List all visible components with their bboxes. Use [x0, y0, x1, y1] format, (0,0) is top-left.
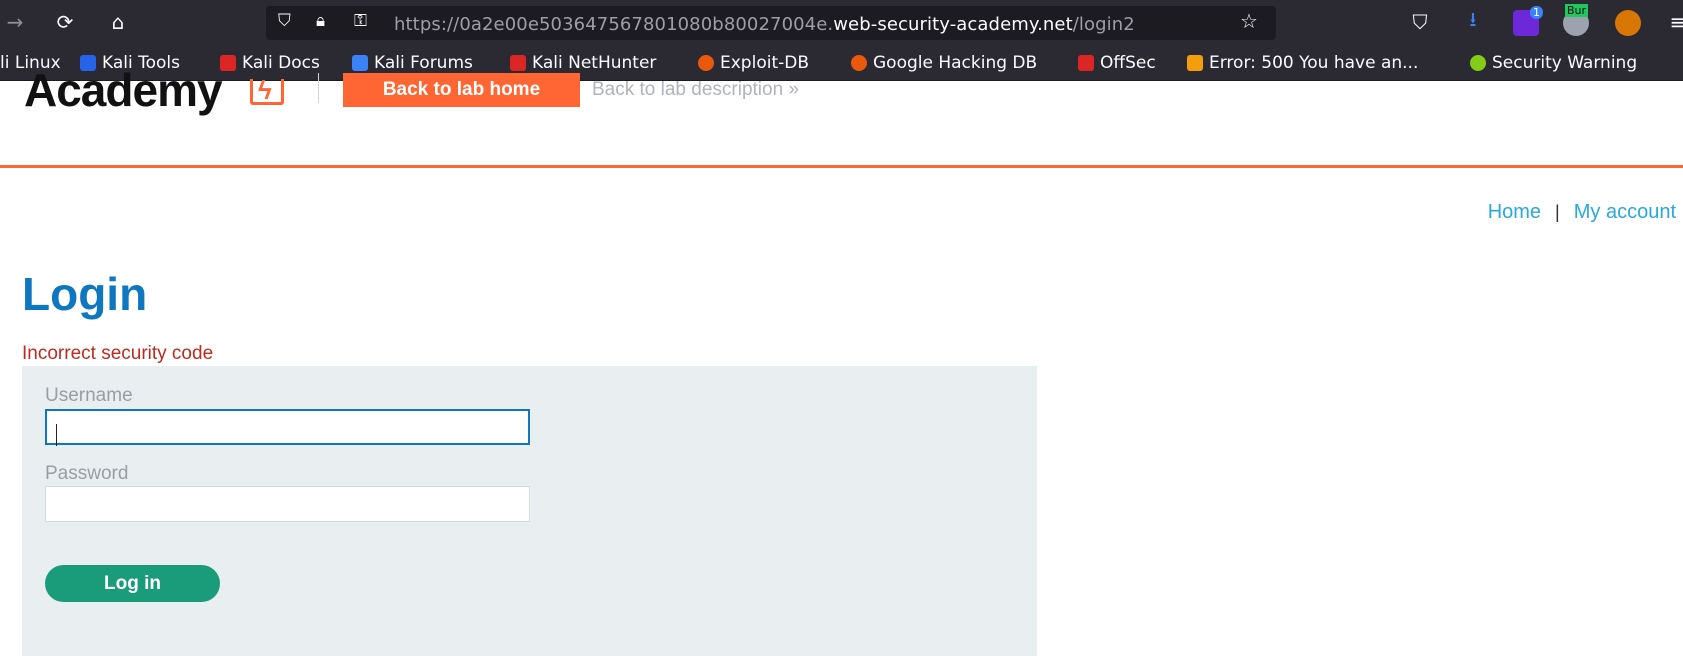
bookmark-exploit-db[interactable]: Exploit-DB [698, 53, 809, 73]
url-text[interactable]: https://0a2e00e503647567801080b80027004e… [394, 14, 1135, 35]
menu-icon[interactable]: ≡ [1665, 9, 1683, 35]
reload-icon[interactable]: ⟳ [52, 9, 78, 35]
lock-icon[interactable]: 🔒︎ [316, 11, 325, 31]
username-input[interactable] [45, 409, 530, 445]
page-content: Academy ϟ Back to lab home Back to lab d… [0, 64, 1683, 656]
header-rule [0, 165, 1683, 168]
error-message: Incorrect security code [22, 343, 214, 364]
bookmark-star-icon[interactable]: ☆ [1240, 9, 1258, 33]
back-to-lab-home-button[interactable]: Back to lab home [343, 73, 580, 107]
extension-badge: 1 [1530, 6, 1543, 19]
my-account-link[interactable]: My account [1574, 201, 1676, 224]
permissions-icon[interactable]: ⚿ [354, 11, 367, 31]
login-button[interactable]: Log in [45, 565, 220, 602]
burp-extension-icon[interactable]: Bur [1563, 4, 1589, 36]
home-icon[interactable]: ⌂ [105, 9, 131, 35]
bookmark-offsec[interactable]: OffSec [1078, 53, 1156, 73]
nav-separator: | [1555, 202, 1560, 222]
extension-icon[interactable]: 1 [1513, 6, 1543, 36]
security-warning-icon [1470, 55, 1486, 71]
bookmark-kali-nethunter[interactable]: Kali NetHunter [510, 53, 656, 73]
pocket-icon[interactable]: ⛉ [1407, 9, 1433, 35]
page-title: Login [22, 268, 148, 320]
back-to-lab-description-link[interactable]: Back to lab description » [592, 79, 799, 101]
bookmark-kali-docs[interactable]: Kali Docs [220, 53, 320, 73]
forward-icon[interactable]: → [2, 9, 28, 35]
text-caret [56, 424, 57, 446]
password-input[interactable] [45, 486, 530, 522]
header-divider [318, 73, 319, 103]
kali-nethunter-icon [510, 55, 526, 71]
academy-logo[interactable]: Academy [24, 63, 223, 117]
login-form: Username Password Log in [22, 366, 1037, 656]
bookmark-kali-forums[interactable]: Kali Forums [352, 53, 473, 73]
password-label: Password [45, 463, 129, 484]
url-bar[interactable]: ⛉ 🔒︎ ⚿ https://0a2e00e503647567801080b80… [266, 6, 1276, 40]
burp-label: Bur [1565, 4, 1589, 17]
bookmark-google-hacking-db[interactable]: Google Hacking DB [851, 53, 1037, 73]
offsec-icon [1078, 55, 1094, 71]
username-label: Username [45, 385, 133, 406]
joomla-icon [1187, 55, 1203, 71]
kali-forums-icon [352, 55, 368, 71]
bookmark-security-warning[interactable]: Security Warning [1470, 53, 1637, 73]
browser-toolbar: → ⟳ ⌂ ⛉ 🔒︎ ⚿ https://0a2e00e503647567801… [0, 0, 1683, 45]
exploit-db-icon [698, 55, 714, 71]
kali-docs-icon [220, 55, 236, 71]
bookmarks-bar: li Linux Kali Tools Kali Docs Kali Forum… [0, 45, 1683, 81]
ghdb-icon [851, 55, 867, 71]
home-link[interactable]: Home [1488, 201, 1541, 224]
spy-extension-icon[interactable] [1615, 10, 1641, 36]
academy-logo-bolt-icon: ϟ [258, 75, 272, 105]
account-nav: Home | My account [1488, 201, 1676, 224]
shield-icon[interactable]: ⛉ [278, 11, 291, 31]
download-icon[interactable]: ⭳ [1460, 7, 1486, 35]
bookmark-error-500[interactable]: Error: 500 You have an... [1187, 53, 1418, 73]
